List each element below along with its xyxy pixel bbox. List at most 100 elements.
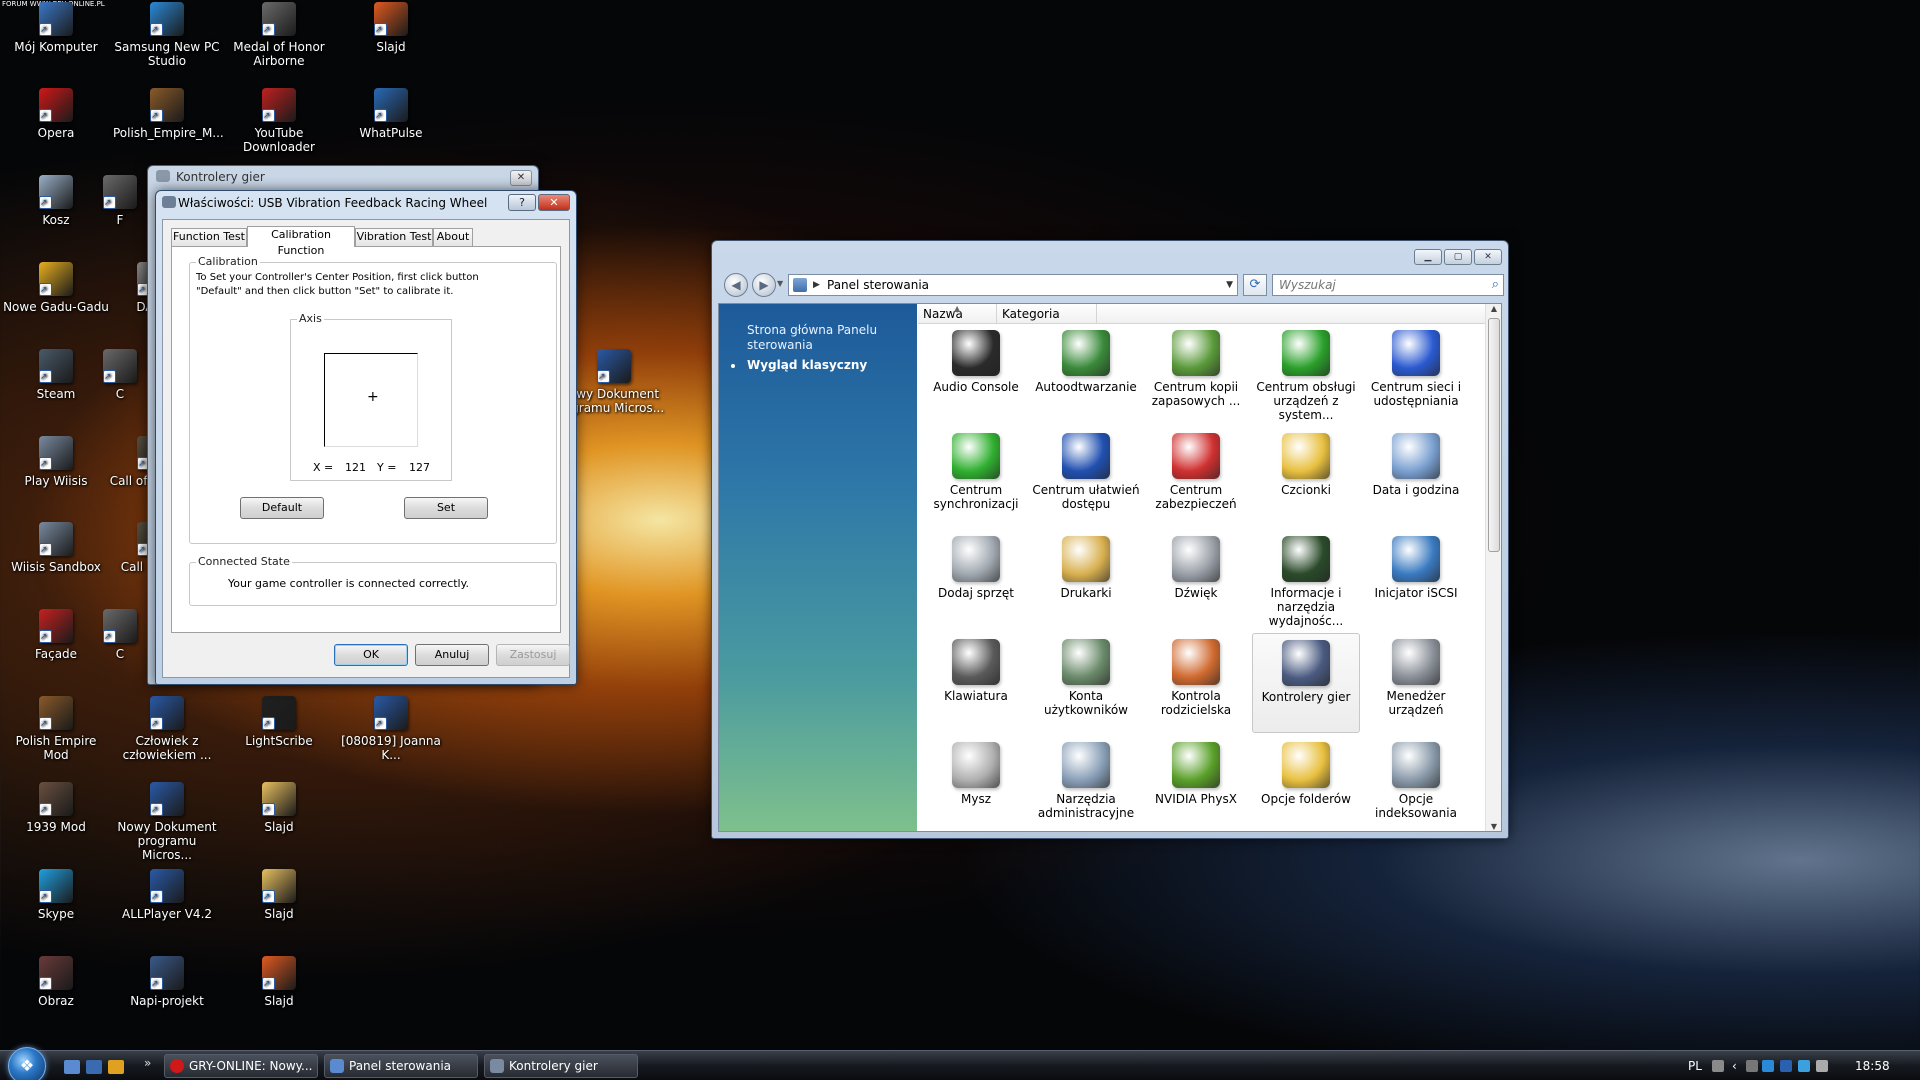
desktop-icon[interactable]: Play Wiisis (2, 436, 110, 488)
control-panel-item[interactable]: NVIDIA PhysX (1142, 736, 1250, 836)
close-button[interactable]: ✕ (538, 194, 570, 211)
desktop-icon[interactable]: F (100, 175, 140, 227)
control-panel-item[interactable]: Narzędzia administracyjne (1032, 736, 1140, 836)
desktop-icon[interactable]: Skype (2, 869, 110, 921)
forward-arrow-icon[interactable]: ▶ (752, 273, 776, 297)
tab-calibration-function[interactable]: Calibration Function (247, 226, 355, 257)
address-dropdown-icon[interactable]: ▼ (1226, 275, 1233, 295)
search-icon[interactable]: ⌕ (1492, 275, 1499, 295)
control-panel-item[interactable]: Opcje folderów (1252, 736, 1360, 836)
steam-tray-icon[interactable] (1780, 1060, 1792, 1072)
show-desktop-icon[interactable] (64, 1060, 80, 1074)
classic-view-link[interactable]: Wygląd klasyczny (747, 358, 907, 373)
desktop-icon[interactable]: 1939 Mod (2, 782, 110, 834)
search-input[interactable] (1279, 278, 1479, 292)
desktop-icon[interactable]: Nowy Dokument programu Micros... (113, 782, 221, 862)
desktop-icon[interactable]: Człowiek z człowiekiem ... (113, 696, 221, 762)
desktop-icon[interactable]: [080819] Joanna K... (337, 696, 445, 762)
desktop-icon[interactable]: Wiisis Sandbox (2, 522, 110, 574)
close-icon[interactable]: ✕ (1474, 249, 1502, 265)
maximize-icon[interactable]: ▢ (1444, 249, 1472, 265)
classic-view-item[interactable]: Wygląd klasyczny (719, 358, 917, 376)
control-panel-item[interactable]: Centrum synchronizacji (922, 427, 1030, 527)
network-icon[interactable] (1762, 1060, 1774, 1072)
control-panel-item[interactable]: Inicjator iSCSI (1362, 530, 1470, 630)
history-dropdown-icon[interactable]: ▼ (777, 279, 783, 288)
desktop-icon[interactable]: Napi-projekt (113, 956, 221, 1008)
close-button[interactable]: ✕ (510, 170, 532, 186)
control-panel-item[interactable]: Centrum ułatwień dostępu (1032, 427, 1140, 527)
control-panel-item[interactable]: Kontrolery gier (1252, 633, 1360, 733)
tab-about[interactable]: About (433, 228, 473, 246)
control-panel-item[interactable]: Informacje i narzędzia wydajnośc... (1252, 530, 1360, 630)
control-panel-home-link[interactable]: Strona główna Panelu sterowania (747, 323, 907, 353)
desktop-icon[interactable]: Façade (2, 609, 110, 661)
desktop-icon[interactable]: C (100, 349, 140, 401)
properties-titlebar[interactable]: Właściwości: USB Vibration Feedback Raci… (156, 191, 576, 213)
minimize-icon[interactable]: ▁ (1414, 249, 1442, 265)
desktop-icon[interactable]: Slajd (225, 782, 333, 834)
desktop-icon[interactable]: Medal of Honor Airborne (225, 2, 333, 68)
desktop-icon[interactable]: ALLPlayer V4.2 (113, 869, 221, 921)
keyboard-icon[interactable] (1712, 1060, 1724, 1072)
desktop-icon[interactable]: Nowe Gadu-Gadu (2, 262, 110, 314)
control-panel-item[interactable]: Centrum kopii zapasowych ... (1142, 324, 1250, 424)
switch-windows-icon[interactable] (86, 1060, 102, 1074)
scroll-down-icon[interactable]: ▼ (1486, 822, 1502, 831)
control-panel-item[interactable]: Menedżer urządzeń (1362, 633, 1470, 733)
desktop-icon[interactable]: WhatPulse (337, 88, 445, 140)
control-panel-item[interactable]: Dodaj sprzęt (922, 530, 1030, 630)
tab-vibration-test[interactable]: Vibration Test (355, 228, 433, 246)
desktop-icon[interactable]: Kosz (2, 175, 110, 227)
scroll-thumb[interactable] (1488, 318, 1500, 552)
desktop-icon[interactable]: Steam (2, 349, 110, 401)
control-panel-item[interactable]: Opcje indeksowania (1362, 736, 1470, 836)
ok-button[interactable]: OK (334, 644, 408, 666)
control-panel-item[interactable]: Audio Console (922, 324, 1030, 424)
safely-remove-icon[interactable] (1746, 1060, 1758, 1072)
properties-dialog[interactable]: Właściwości: USB Vibration Feedback Raci… (155, 190, 577, 685)
refresh-icon[interactable]: ⟳ (1243, 274, 1267, 296)
control-panel-item[interactable]: Autoodtwarzanie (1032, 324, 1140, 424)
vertical-scrollbar[interactable]: ▲ ▼ (1485, 304, 1501, 831)
explorer-quicklaunch-icon[interactable] (108, 1060, 124, 1074)
quicklaunch-more-icon[interactable]: » (144, 1056, 151, 1070)
desktop-icon[interactable]: Obraz (2, 956, 110, 1008)
control-panel-window[interactable]: ▁ ▢ ✕ ◀ ▶ ▼ ▶ Panel sterowania ▼ ⟳ ⌕ Str… (711, 240, 1509, 839)
desktop-icon[interactable]: Samsung New PC Studio (113, 2, 221, 68)
breadcrumb-separator-icon[interactable]: ▶ (813, 275, 820, 295)
apply-button[interactable]: Zastosuj (496, 644, 570, 666)
default-button[interactable]: Default (240, 497, 324, 519)
search-box[interactable]: ⌕ (1272, 274, 1504, 296)
skype-tray-icon[interactable] (1798, 1060, 1810, 1072)
control-panel-item[interactable]: Kontrola rodzicielska (1142, 633, 1250, 733)
scroll-up-icon[interactable]: ▲ (1486, 304, 1502, 313)
control-panel-item[interactable]: Klawiatura (922, 633, 1030, 733)
desktop-icon[interactable]: Polish_Empire_M... (113, 88, 224, 140)
control-panel-item[interactable]: Centrum sieci i udostępniania (1362, 324, 1470, 424)
back-arrow-icon[interactable]: ◀ (724, 273, 748, 297)
set-button[interactable]: Set (404, 497, 488, 519)
help-button[interactable]: ? (508, 194, 536, 211)
control-panel-item[interactable]: Konta użytkowników (1032, 633, 1140, 733)
desktop-icon[interactable]: Slajd (337, 2, 445, 54)
desktop-icon[interactable]: Slajd (225, 869, 333, 921)
taskbar-button-opera[interactable]: GRY-ONLINE: Nowy... (164, 1054, 318, 1078)
desktop-icon[interactable]: Polish Empire Mod (2, 696, 110, 762)
control-panel-item[interactable]: Centrum zabezpieczeń (1142, 427, 1250, 527)
desktop-icon[interactable]: Opera (2, 88, 110, 140)
taskbar-button-game-controllers[interactable]: Kontrolery gier (484, 1054, 638, 1078)
desktop-icon[interactable]: Slajd (225, 956, 333, 1008)
start-button[interactable]: ❖ (8, 1047, 46, 1080)
tray-expand-icon[interactable]: ‹ (1732, 1059, 1737, 1073)
control-panel-item[interactable]: Czcionki (1252, 427, 1360, 527)
column-category-header[interactable]: Kategoria (997, 304, 1097, 324)
desktop-icon[interactable]: LightScribe (225, 696, 333, 748)
control-panel-item[interactable]: Mysz (922, 736, 1030, 836)
clock[interactable]: 18:58 (1855, 1059, 1890, 1073)
desktop-icon[interactable]: C (100, 609, 140, 661)
volume-icon[interactable] (1816, 1060, 1828, 1072)
control-panel-item[interactable]: Dźwięk (1142, 530, 1250, 630)
cancel-button[interactable]: Anuluj (415, 644, 489, 666)
control-panel-item[interactable]: Drukarki (1032, 530, 1140, 630)
